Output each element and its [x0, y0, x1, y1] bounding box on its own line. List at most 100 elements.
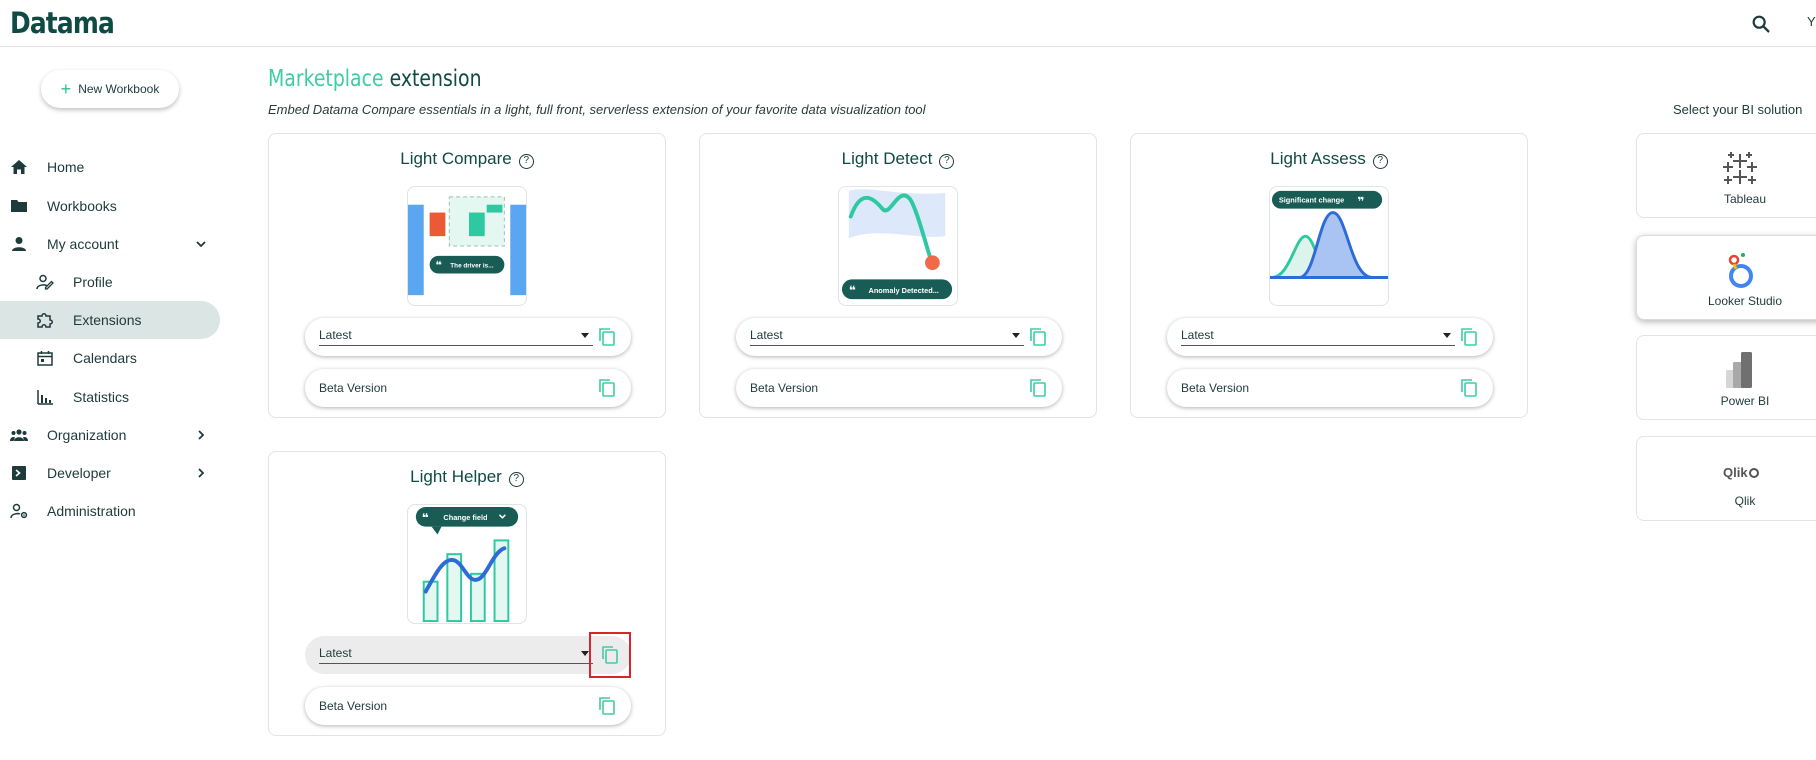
folder-icon [11, 200, 27, 212]
qlik-icon: Qlik [1723, 465, 1759, 480]
svg-text:❞: ❞ [1358, 195, 1365, 209]
svg-text:The driver is...: The driver is... [450, 263, 493, 270]
sidebar-item-administration[interactable]: Administration [0, 492, 220, 530]
svg-text:❝: ❝ [436, 259, 442, 272]
svg-text:❝: ❝ [422, 511, 429, 525]
sidebar-item-label: Developer [47, 465, 111, 481]
copy-icon[interactable] [597, 378, 617, 398]
user-menu[interactable]: Y [1807, 14, 1816, 29]
sidebar-item-statistics[interactable]: Statistics [0, 378, 220, 416]
card-title: Light Helper? [269, 467, 665, 487]
version-select[interactable]: Latest [305, 318, 631, 356]
dropdown-caret-icon [581, 651, 589, 656]
power-bi-icon [1726, 352, 1752, 388]
extension-card-light-assess: Light Assess? Significant change ❞ Lates… [1130, 133, 1528, 418]
svg-text:❝: ❝ [849, 283, 856, 297]
version-select[interactable]: Latest [305, 632, 631, 678]
new-workbook-label: New Workbook [78, 82, 160, 96]
chevron-right-icon[interactable] [194, 428, 208, 442]
extension-card-light-detect: Light Detect? ❝ Anomaly Detected... Late… [699, 133, 1097, 418]
copy-icon[interactable] [1459, 378, 1479, 398]
profile-edit-icon [36, 274, 54, 290]
sidebar-item-label: Extensions [73, 312, 142, 328]
chevron-down-icon[interactable] [194, 237, 208, 251]
bi-option-name: Power BI [1720, 394, 1770, 408]
version-select[interactable]: Latest [1167, 318, 1493, 356]
page-subtitle: Embed Datama Compare essentials in a lig… [268, 102, 926, 117]
extension-card-light-compare: Light Compare? ❝ The driver is... Latest… [268, 133, 666, 418]
card-title: Light Assess? [1131, 149, 1527, 169]
bi-option-name: Qlik [1734, 494, 1756, 508]
sidebar-item-developer[interactable]: Developer [0, 454, 220, 492]
home-icon [11, 160, 27, 174]
beta-version-field: Beta Version [305, 369, 631, 407]
bi-option-qlik[interactable]: Qlik Qlik [1636, 436, 1816, 521]
bi-option-name: Tableau [1723, 192, 1767, 206]
version-select-value[interactable]: Latest [750, 328, 1024, 346]
copy-button-highlighted[interactable] [589, 632, 631, 678]
card-title: Light Compare? [269, 149, 665, 169]
card-title: Light Detect? [700, 149, 1096, 169]
sidebar-item-label: My account [47, 236, 119, 252]
version-select-value[interactable]: Latest [319, 646, 593, 664]
light-detect-preview: ❝ Anomaly Detected... [838, 186, 958, 306]
sidebar-item-label: Calendars [73, 350, 137, 366]
new-workbook-button[interactable]: + New Workbook [41, 70, 179, 108]
dropdown-caret-icon [1012, 333, 1020, 338]
top-bar: Datama Y [0, 0, 1816, 47]
sidebar-item-label: Workbooks [47, 198, 117, 214]
beta-version-field: Beta Version [1167, 369, 1493, 407]
group-icon [10, 429, 28, 441]
extension-card-light-helper: Light Helper? ❝ Change field Latest Beta… [268, 451, 666, 736]
beta-version-field: Beta Version [736, 369, 1062, 407]
copy-icon[interactable] [597, 327, 617, 347]
bi-option-name: Looker Studio [1707, 294, 1783, 308]
page-title: Marketplace extension [268, 66, 482, 92]
sidebar-item-my-account[interactable]: My account [0, 225, 220, 263]
sidebar-item-label: Home [47, 159, 85, 175]
help-icon[interactable]: ? [518, 154, 534, 169]
svg-text:Change field: Change field [443, 513, 488, 522]
version-select[interactable]: Latest [736, 318, 1062, 356]
sidebar-item-profile[interactable]: Profile [0, 263, 220, 301]
light-assess-preview: Significant change ❞ [1269, 186, 1389, 306]
bi-option-power-bi[interactable]: Power BI [1636, 335, 1816, 420]
svg-text:Significant change: Significant change [1279, 196, 1344, 205]
looker-studio-icon [1728, 253, 1753, 288]
dropdown-caret-icon [581, 333, 589, 338]
tableau-icon [1723, 152, 1757, 184]
copy-icon[interactable] [600, 645, 620, 665]
bi-option-looker-studio[interactable]: Looker Studio [1636, 235, 1816, 320]
chevron-right-icon[interactable] [194, 466, 208, 480]
help-icon[interactable]: ? [1372, 154, 1388, 169]
light-compare-preview: ❝ The driver is... [407, 186, 527, 306]
beta-version-field: Beta Version [305, 687, 631, 725]
copy-icon[interactable] [1459, 327, 1479, 347]
search-icon[interactable] [1750, 13, 1772, 35]
person-icon [12, 237, 26, 251]
bi-option-tableau[interactable]: Tableau [1636, 133, 1816, 218]
light-helper-preview: ❝ Change field [407, 504, 527, 624]
copy-icon[interactable] [1028, 327, 1048, 347]
help-icon[interactable]: ? [508, 472, 524, 487]
calendar-icon [37, 351, 53, 366]
sidebar-item-label: Organization [47, 427, 127, 443]
sidebar-item-label: Profile [73, 274, 113, 290]
copy-icon[interactable] [597, 696, 617, 716]
sidebar-item-label: Statistics [73, 389, 130, 405]
sidebar-item-calendars[interactable]: Calendars [0, 339, 220, 377]
bar-chart-icon [37, 390, 53, 405]
terminal-icon [12, 466, 26, 480]
bi-selector-label: Select your BI solution [1673, 102, 1803, 117]
version-select-value[interactable]: Latest [1181, 328, 1455, 346]
sidebar-item-workbooks[interactable]: Workbooks [0, 187, 220, 225]
version-select-value[interactable]: Latest [319, 328, 593, 346]
sidebar-item-home[interactable]: Home [0, 148, 220, 186]
copy-icon[interactable] [1028, 378, 1048, 398]
puzzle-icon [37, 313, 53, 328]
help-icon[interactable]: ? [939, 154, 955, 169]
svg-text:Anomaly Detected...: Anomaly Detected... [869, 286, 939, 295]
datama-logo[interactable]: Datama [10, 6, 115, 40]
sidebar-item-organization[interactable]: Organization [0, 416, 220, 454]
sidebar-item-extensions[interactable]: Extensions [0, 301, 220, 339]
